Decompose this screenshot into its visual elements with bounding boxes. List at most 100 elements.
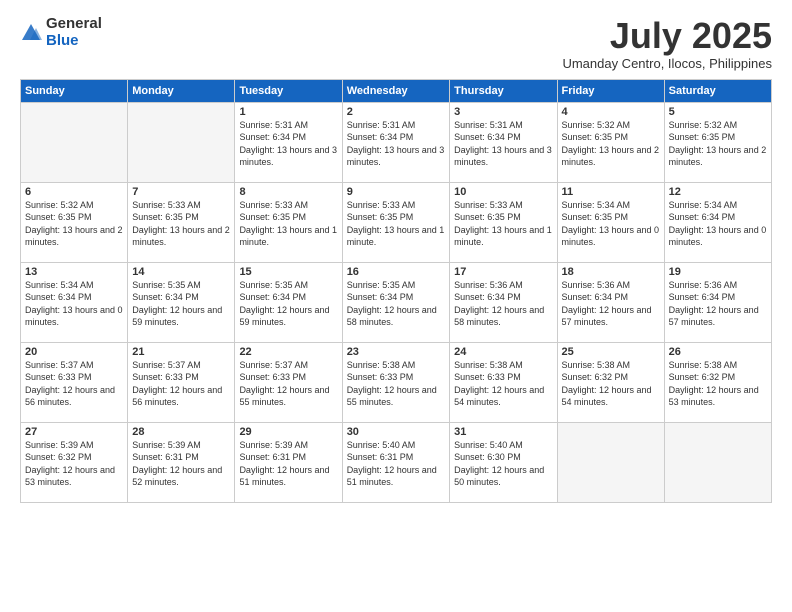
calendar-page: General Blue July 2025 Umanday Centro, I… <box>0 0 792 612</box>
calendar-header-thursday: Thursday <box>450 79 557 102</box>
day-number: 27 <box>25 426 123 438</box>
logo-blue: Blue <box>46 33 102 50</box>
day-info: Sunrise: 5:35 AM Sunset: 6:34 PM Dayligh… <box>347 279 445 329</box>
calendar-header-saturday: Saturday <box>664 79 771 102</box>
calendar-cell: 31Sunrise: 5:40 AM Sunset: 6:30 PM Dayli… <box>450 422 557 502</box>
day-number: 21 <box>132 346 230 358</box>
calendar-cell: 1Sunrise: 5:31 AM Sunset: 6:34 PM Daylig… <box>235 102 342 182</box>
day-info: Sunrise: 5:37 AM Sunset: 6:33 PM Dayligh… <box>239 359 337 409</box>
month-title: July 2025 <box>562 16 772 56</box>
calendar-cell: 18Sunrise: 5:36 AM Sunset: 6:34 PM Dayli… <box>557 262 664 342</box>
day-number: 10 <box>454 186 552 198</box>
calendar-header-tuesday: Tuesday <box>235 79 342 102</box>
day-number: 20 <box>25 346 123 358</box>
day-number: 9 <box>347 186 445 198</box>
day-number: 30 <box>347 426 445 438</box>
day-number: 31 <box>454 426 552 438</box>
calendar-cell: 5Sunrise: 5:32 AM Sunset: 6:35 PM Daylig… <box>664 102 771 182</box>
logo-general: General <box>46 16 102 33</box>
calendar-week-row: 1Sunrise: 5:31 AM Sunset: 6:34 PM Daylig… <box>21 102 772 182</box>
day-info: Sunrise: 5:39 AM Sunset: 6:31 PM Dayligh… <box>132 439 230 489</box>
calendar-cell: 2Sunrise: 5:31 AM Sunset: 6:34 PM Daylig… <box>342 102 449 182</box>
day-info: Sunrise: 5:33 AM Sunset: 6:35 PM Dayligh… <box>454 199 552 249</box>
calendar-header-sunday: Sunday <box>21 79 128 102</box>
day-number: 12 <box>669 186 767 198</box>
day-info: Sunrise: 5:34 AM Sunset: 6:34 PM Dayligh… <box>25 279 123 329</box>
day-info: Sunrise: 5:37 AM Sunset: 6:33 PM Dayligh… <box>132 359 230 409</box>
day-info: Sunrise: 5:39 AM Sunset: 6:31 PM Dayligh… <box>239 439 337 489</box>
day-info: Sunrise: 5:39 AM Sunset: 6:32 PM Dayligh… <box>25 439 123 489</box>
logo: General Blue <box>20 16 102 49</box>
calendar-cell <box>557 422 664 502</box>
calendar-week-row: 13Sunrise: 5:34 AM Sunset: 6:34 PM Dayli… <box>21 262 772 342</box>
day-info: Sunrise: 5:38 AM Sunset: 6:32 PM Dayligh… <box>669 359 767 409</box>
day-info: Sunrise: 5:33 AM Sunset: 6:35 PM Dayligh… <box>132 199 230 249</box>
calendar-cell: 11Sunrise: 5:34 AM Sunset: 6:35 PM Dayli… <box>557 182 664 262</box>
calendar-cell: 3Sunrise: 5:31 AM Sunset: 6:34 PM Daylig… <box>450 102 557 182</box>
calendar-header-row: SundayMondayTuesdayWednesdayThursdayFrid… <box>21 79 772 102</box>
day-info: Sunrise: 5:33 AM Sunset: 6:35 PM Dayligh… <box>347 199 445 249</box>
logo-icon <box>20 22 42 44</box>
calendar-cell: 25Sunrise: 5:38 AM Sunset: 6:32 PM Dayli… <box>557 342 664 422</box>
location: Umanday Centro, Ilocos, Philippines <box>562 56 772 71</box>
day-number: 17 <box>454 266 552 278</box>
logo-text: General Blue <box>46 16 102 49</box>
day-number: 3 <box>454 106 552 118</box>
day-info: Sunrise: 5:31 AM Sunset: 6:34 PM Dayligh… <box>239 119 337 169</box>
day-info: Sunrise: 5:37 AM Sunset: 6:33 PM Dayligh… <box>25 359 123 409</box>
day-number: 19 <box>669 266 767 278</box>
page-header: General Blue July 2025 Umanday Centro, I… <box>20 16 772 71</box>
day-number: 14 <box>132 266 230 278</box>
day-info: Sunrise: 5:34 AM Sunset: 6:35 PM Dayligh… <box>562 199 660 249</box>
day-info: Sunrise: 5:31 AM Sunset: 6:34 PM Dayligh… <box>454 119 552 169</box>
day-number: 23 <box>347 346 445 358</box>
day-info: Sunrise: 5:34 AM Sunset: 6:34 PM Dayligh… <box>669 199 767 249</box>
day-number: 29 <box>239 426 337 438</box>
day-info: Sunrise: 5:33 AM Sunset: 6:35 PM Dayligh… <box>239 199 337 249</box>
calendar-cell: 22Sunrise: 5:37 AM Sunset: 6:33 PM Dayli… <box>235 342 342 422</box>
calendar-cell: 4Sunrise: 5:32 AM Sunset: 6:35 PM Daylig… <box>557 102 664 182</box>
day-number: 24 <box>454 346 552 358</box>
calendar-cell: 7Sunrise: 5:33 AM Sunset: 6:35 PM Daylig… <box>128 182 235 262</box>
day-number: 18 <box>562 266 660 278</box>
day-number: 15 <box>239 266 337 278</box>
calendar-cell: 9Sunrise: 5:33 AM Sunset: 6:35 PM Daylig… <box>342 182 449 262</box>
day-info: Sunrise: 5:36 AM Sunset: 6:34 PM Dayligh… <box>669 279 767 329</box>
calendar-week-row: 6Sunrise: 5:32 AM Sunset: 6:35 PM Daylig… <box>21 182 772 262</box>
day-info: Sunrise: 5:35 AM Sunset: 6:34 PM Dayligh… <box>132 279 230 329</box>
calendar-cell <box>664 422 771 502</box>
day-number: 16 <box>347 266 445 278</box>
calendar-cell: 16Sunrise: 5:35 AM Sunset: 6:34 PM Dayli… <box>342 262 449 342</box>
calendar-header-monday: Monday <box>128 79 235 102</box>
day-number: 5 <box>669 106 767 118</box>
calendar-cell: 14Sunrise: 5:35 AM Sunset: 6:34 PM Dayli… <box>128 262 235 342</box>
calendar-header-friday: Friday <box>557 79 664 102</box>
calendar-cell: 26Sunrise: 5:38 AM Sunset: 6:32 PM Dayli… <box>664 342 771 422</box>
day-number: 26 <box>669 346 767 358</box>
calendar-cell: 21Sunrise: 5:37 AM Sunset: 6:33 PM Dayli… <box>128 342 235 422</box>
day-number: 8 <box>239 186 337 198</box>
calendar-cell: 12Sunrise: 5:34 AM Sunset: 6:34 PM Dayli… <box>664 182 771 262</box>
day-info: Sunrise: 5:32 AM Sunset: 6:35 PM Dayligh… <box>562 119 660 169</box>
calendar-cell: 15Sunrise: 5:35 AM Sunset: 6:34 PM Dayli… <box>235 262 342 342</box>
calendar-cell: 27Sunrise: 5:39 AM Sunset: 6:32 PM Dayli… <box>21 422 128 502</box>
day-info: Sunrise: 5:32 AM Sunset: 6:35 PM Dayligh… <box>25 199 123 249</box>
title-block: July 2025 Umanday Centro, Ilocos, Philip… <box>562 16 772 71</box>
calendar-cell: 6Sunrise: 5:32 AM Sunset: 6:35 PM Daylig… <box>21 182 128 262</box>
day-number: 13 <box>25 266 123 278</box>
calendar-cell: 19Sunrise: 5:36 AM Sunset: 6:34 PM Dayli… <box>664 262 771 342</box>
day-number: 6 <box>25 186 123 198</box>
day-number: 7 <box>132 186 230 198</box>
day-info: Sunrise: 5:38 AM Sunset: 6:33 PM Dayligh… <box>347 359 445 409</box>
day-info: Sunrise: 5:31 AM Sunset: 6:34 PM Dayligh… <box>347 119 445 169</box>
calendar-cell: 20Sunrise: 5:37 AM Sunset: 6:33 PM Dayli… <box>21 342 128 422</box>
calendar-cell: 23Sunrise: 5:38 AM Sunset: 6:33 PM Dayli… <box>342 342 449 422</box>
day-number: 28 <box>132 426 230 438</box>
day-info: Sunrise: 5:38 AM Sunset: 6:33 PM Dayligh… <box>454 359 552 409</box>
day-info: Sunrise: 5:32 AM Sunset: 6:35 PM Dayligh… <box>669 119 767 169</box>
calendar-week-row: 27Sunrise: 5:39 AM Sunset: 6:32 PM Dayli… <box>21 422 772 502</box>
calendar-table: SundayMondayTuesdayWednesdayThursdayFrid… <box>20 79 772 503</box>
day-number: 22 <box>239 346 337 358</box>
day-number: 25 <box>562 346 660 358</box>
calendar-cell: 29Sunrise: 5:39 AM Sunset: 6:31 PM Dayli… <box>235 422 342 502</box>
